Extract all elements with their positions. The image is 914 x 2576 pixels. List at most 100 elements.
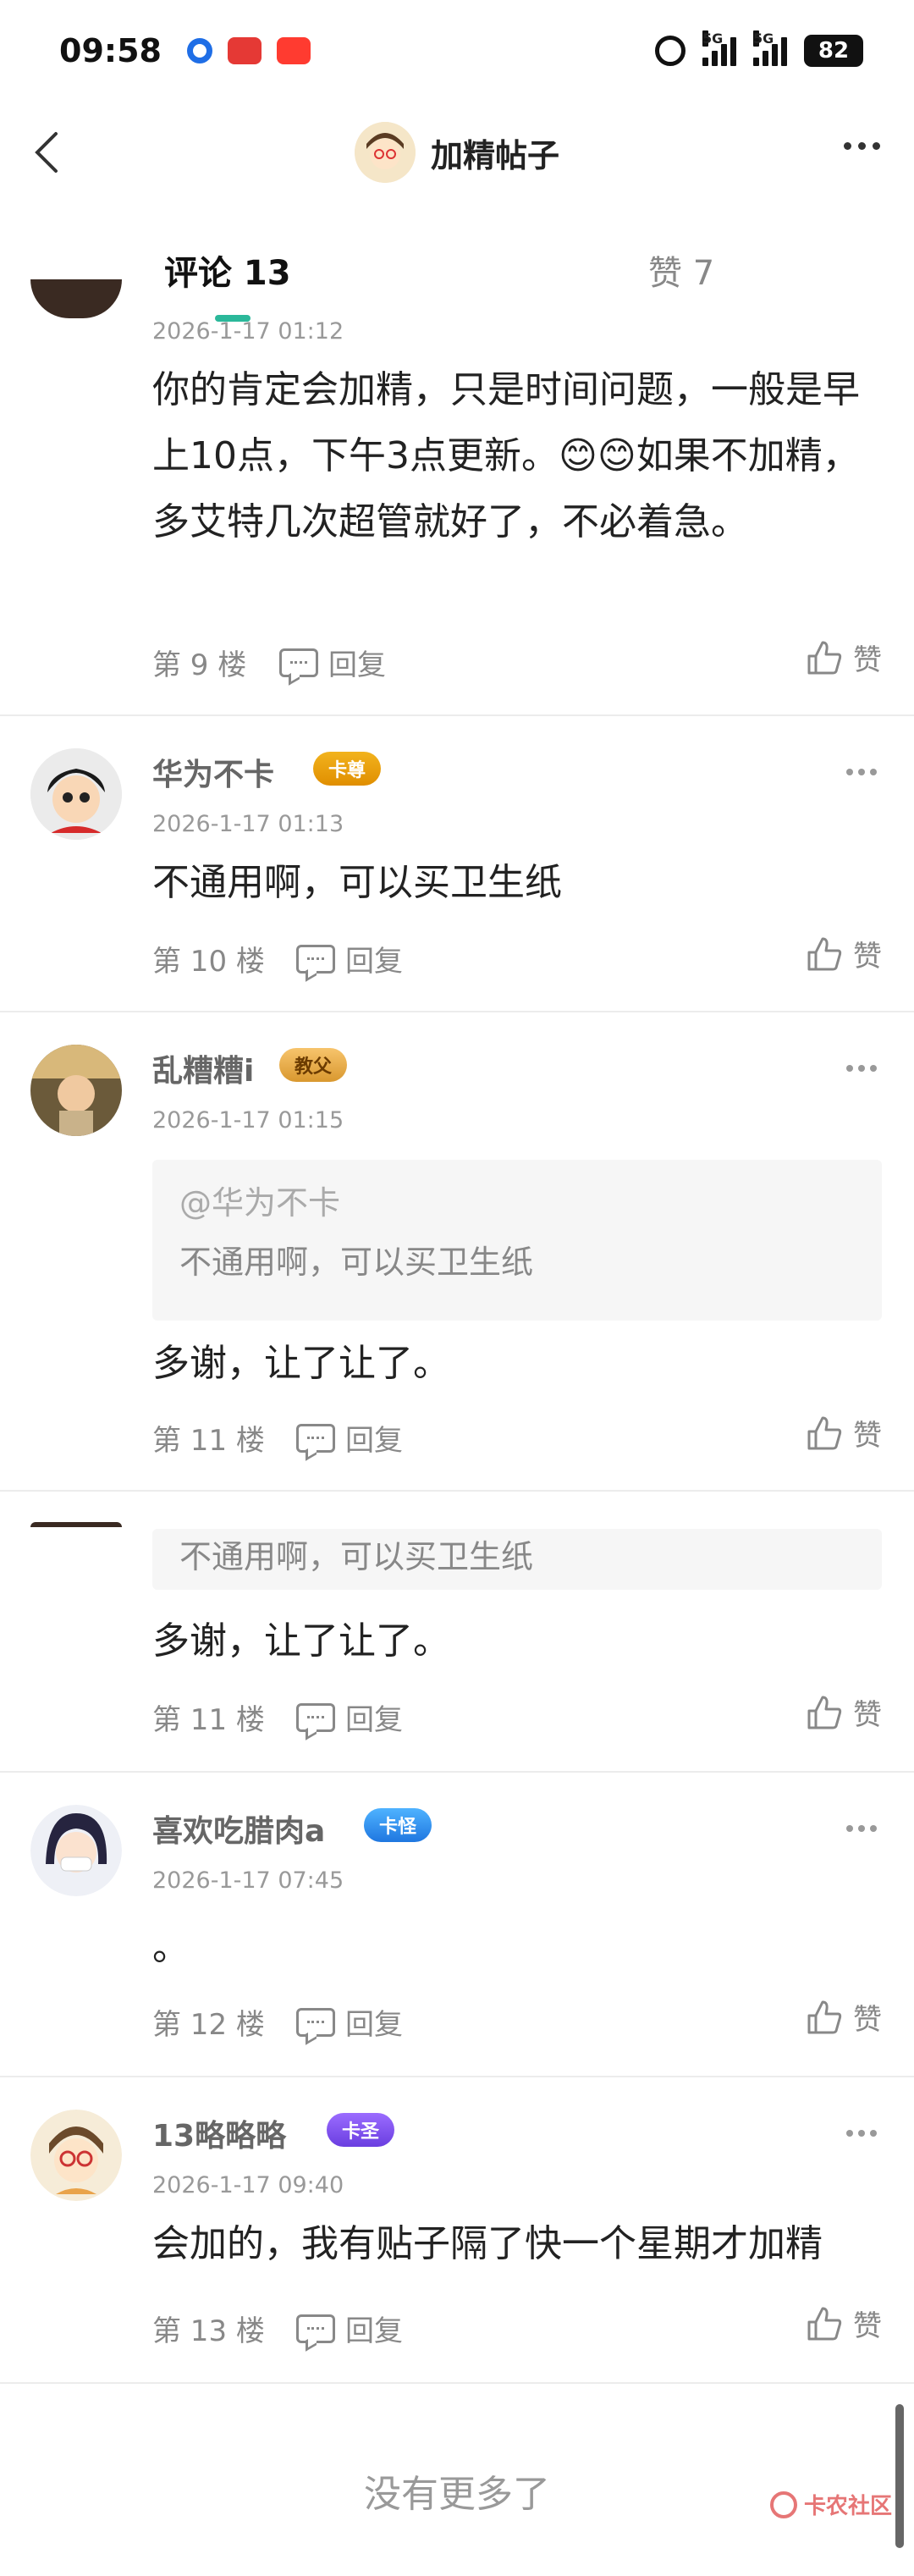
like-button[interactable]: 赞 (806, 1691, 882, 1733)
thumbs-up-icon (807, 641, 842, 674)
like-button[interactable]: 赞 (806, 1412, 882, 1453)
signal-icon: 5G (702, 30, 736, 66)
reply-button[interactable]: 回复 (296, 938, 403, 979)
back-arrow-icon[interactable] (24, 127, 74, 178)
app-notification-icon (276, 37, 311, 64)
reply-label: 回复 (345, 945, 403, 979)
user-rank-badge: 教父 (279, 1048, 348, 1082)
floor-number: 第 10 楼 (152, 945, 265, 979)
navigation-bar: 加精帖子 (0, 102, 914, 203)
reply-button[interactable]: 回复 (296, 2001, 403, 2043)
comment-content: 多谢，让了让了。 (152, 1619, 450, 1663)
user-avatar[interactable] (30, 1805, 122, 1896)
comment-tabs: 评论 13 赞 7 (0, 203, 914, 322)
user-rank-badge: 卡怪 (364, 1808, 432, 1842)
reply-icon (279, 648, 318, 677)
quoted-username[interactable]: @华为不卡 (179, 1180, 855, 1226)
user-rank-badge: 卡圣 (327, 2113, 395, 2147)
like-button[interactable]: 赞 (806, 637, 882, 678)
status-bar: 09:58 5G 5G 82 (0, 0, 914, 102)
app-notification-icon (186, 38, 212, 63)
like-label: 赞 (853, 643, 882, 677)
quoted-reply: @华为不卡 不通用啊，可以买卫生纸 (152, 1160, 882, 1321)
comment-content: 。 (152, 1926, 190, 1969)
like-label: 赞 (853, 1698, 882, 1732)
alarm-icon (655, 36, 686, 66)
like-label: 赞 (853, 2003, 882, 2037)
watermark-label: 卡农社区 (803, 2494, 892, 2519)
comment-item: 13略略略 卡圣 2026-1-17 09:40 会加的，我有贴子隔了快一个星期… (0, 2077, 914, 2384)
comment-item: 乱糟糟i 教父 2026-1-17 01:15 @华为不卡 不通用啊，可以买卫生… (0, 1012, 914, 1492)
username[interactable]: 13略略略 (152, 2111, 286, 2155)
comment-content: 多谢，让了让了。 (152, 1342, 450, 1385)
thumbs-up-icon (807, 2000, 842, 2033)
reply-icon (296, 2007, 335, 2037)
watermark-logo-icon (769, 2491, 797, 2518)
quoted-text: 不通用啊，可以买卫生纸 (179, 1244, 534, 1281)
thumbs-up-icon (807, 1416, 842, 1449)
thumbs-up-icon (807, 2307, 842, 2340)
floor-number: 第 13 楼 (152, 2314, 265, 2348)
app-notification-icon (227, 37, 262, 64)
reply-label: 回复 (345, 1703, 403, 1737)
comment-time: 2026-1-17 09:40 (152, 2172, 344, 2198)
username[interactable]: 华为不卡 (152, 750, 274, 794)
user-avatar[interactable] (30, 2110, 122, 2201)
reply-label: 回复 (328, 648, 386, 682)
comment-content: 你的肯定会加精，只是时间问题，一般是早上10点，下午3点更新。😊😊如果不加精，多… (152, 368, 860, 543)
like-label: 赞 (853, 940, 882, 974)
floor-number: 第 9 楼 (152, 648, 247, 682)
reply-button[interactable]: 回复 (279, 642, 386, 683)
floor-number: 第 12 楼 (152, 2008, 265, 2042)
like-button[interactable]: 赞 (806, 933, 882, 974)
comment-time: 2026-1-17 07:45 (152, 1867, 344, 1894)
page-title: 加精帖子 (430, 136, 559, 174)
reply-label: 回复 (345, 2008, 403, 2042)
comment-more-icon[interactable] (846, 2130, 877, 2137)
comment-item: 不通用啊，可以买卫生纸 多谢，让了让了。 第 11 楼 回复 赞 (0, 1492, 914, 1773)
reply-label: 回复 (345, 2314, 403, 2348)
comment-more-icon[interactable] (846, 1825, 877, 1832)
username[interactable]: 乱糟糟i (152, 1046, 254, 1090)
thumbs-up-icon (807, 937, 842, 970)
quoted-reply: 不通用啊，可以买卫生纸 (152, 1529, 882, 1590)
reply-button[interactable]: 回复 (296, 2308, 403, 2349)
reply-button[interactable]: 回复 (296, 1417, 403, 1459)
reply-button[interactable]: 回复 (296, 1696, 403, 1738)
floor-number: 第 11 楼 (152, 1424, 265, 1458)
comment-item: 华为不卡 卡尊 2026-1-17 01:13 不通用啊，可以买卫生纸 第 10… (0, 716, 914, 1012)
like-button[interactable]: 赞 (806, 1996, 882, 2038)
user-avatar[interactable] (30, 748, 122, 840)
user-avatar[interactable] (30, 1522, 122, 1527)
user-avatar[interactable] (30, 279, 122, 318)
like-label: 赞 (853, 2309, 882, 2343)
signal-icon: 5G (753, 30, 787, 66)
reply-icon (296, 2314, 335, 2343)
more-options-icon[interactable] (844, 142, 880, 150)
like-label: 赞 (853, 1419, 882, 1453)
user-avatar[interactable] (30, 1045, 122, 1136)
reply-icon (296, 1423, 335, 1453)
comment-more-icon[interactable] (846, 769, 877, 775)
comment-time: 2026-1-17 01:12 (152, 318, 344, 345)
comment-item: 2026-1-17 01:12 你的肯定会加精，只是时间问题，一般是早上10点，… (0, 279, 914, 716)
tab-comments[interactable]: 评论 13 (164, 245, 291, 295)
floor-number: 第 11 楼 (152, 1703, 265, 1737)
comment-more-icon[interactable] (846, 1065, 877, 1072)
user-rank-badge: 卡尊 (313, 752, 382, 786)
reply-icon (296, 1702, 335, 1732)
comment-time: 2026-1-17 01:13 (152, 811, 344, 837)
watermark: 卡农社区 (769, 2489, 892, 2520)
tab-likes[interactable]: 赞 7 (648, 245, 714, 295)
comment-content: 不通用啊，可以买卫生纸 (152, 861, 562, 904)
battery-indicator: 82 (804, 35, 863, 67)
status-time: 09:58 (59, 32, 162, 69)
reply-label: 回复 (345, 1424, 403, 1458)
quoted-text: 不通用啊，可以买卫生纸 (179, 1538, 534, 1575)
comment-content: 会加的，我有贴子隔了快一个星期才加精 (152, 2222, 823, 2265)
username[interactable]: 喜欢吃腊肉a (152, 1807, 325, 1851)
post-author-avatar[interactable] (354, 122, 416, 183)
like-button[interactable]: 赞 (806, 2303, 882, 2344)
scrollbar[interactable] (895, 2404, 904, 2548)
thumbs-up-icon (807, 1696, 842, 1729)
